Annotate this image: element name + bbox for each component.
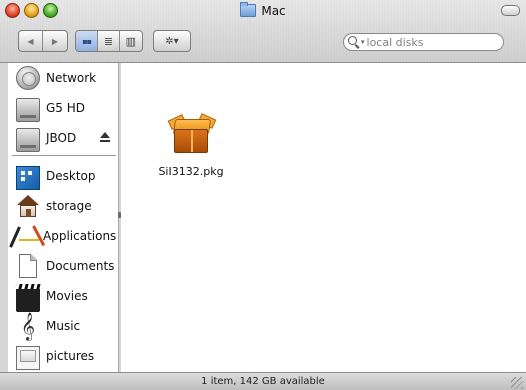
sidebar-item-label: JBOD [46, 131, 77, 145]
search-input[interactable] [366, 35, 487, 49]
music-icon: 𝄞 [20, 312, 36, 340]
forward-button[interactable]: ▶ [43, 31, 67, 51]
desktop-icon [16, 166, 40, 190]
sidebar-item-g5-hd[interactable]: G5 HD [8, 94, 118, 122]
network-icon [16, 66, 40, 90]
status-bar: 1 item, 142 GB available [0, 372, 526, 390]
file-item[interactable]: SiI3132.pkg [151, 113, 231, 178]
back-arrow-icon: ◀ [27, 36, 34, 46]
sidebar-item-documents[interactable]: Documents [8, 252, 118, 280]
sidebar-item-network[interactable]: Network [8, 64, 118, 92]
column-view-icon: ▥ [125, 34, 137, 48]
sidebar-item-label: Applications [43, 229, 117, 243]
applications-icon [9, 224, 46, 248]
sidebar-item-label: Documents [46, 259, 115, 273]
movies-icon [16, 288, 40, 312]
resize-grip-icon[interactable] [511, 377, 523, 389]
back-button[interactable]: ◀ [19, 31, 44, 51]
sidebar-item-label: G5 HD [46, 101, 86, 115]
search-field[interactable]: ▾ [343, 33, 504, 51]
hard-drive-icon [16, 98, 40, 122]
list-view-icon: ≣ [103, 34, 114, 48]
sidebar-item-label: Music [46, 319, 81, 333]
view-mode-control: ▪▪ ≣ ▥ [75, 30, 143, 52]
search-menu-caret-icon[interactable]: ▾ [361, 38, 365, 46]
eject-icon[interactable] [100, 132, 110, 142]
finder-window: Mac ◀ ▶ ▪▪ ≣ ▥ ✲▾ ▾ local disks Network … [0, 0, 526, 390]
sidebar-item-label: pictures [46, 349, 95, 363]
documents-icon [19, 254, 37, 278]
window-title: Mac [261, 3, 286, 18]
hard-drive-icon [16, 128, 40, 152]
sidebar-item-movies[interactable]: Movies [8, 282, 118, 312]
action-menu-control: ✲▾ [153, 30, 191, 52]
folder-icon [240, 2, 257, 17]
sidebar: Network G5 HD JBOD Desktop storage Appli… [8, 63, 119, 372]
gear-icon: ✲▾ [165, 35, 179, 47]
sidebar-divider [12, 155, 116, 156]
forward-arrow-icon: ▶ [51, 36, 59, 46]
icon-view-icon: ▪▪ [82, 36, 92, 46]
sidebar-item-label: Network [46, 71, 97, 85]
list-view-button[interactable]: ≣ [98, 31, 120, 51]
icon-view-button[interactable]: ▪▪ [76, 31, 99, 51]
window-titlebar-toolbar: Mac ◀ ▶ ▪▪ ≣ ▥ ✲▾ ▾ local disks [0, 0, 526, 63]
sidebar-item-label: Movies [46, 289, 88, 303]
window-title-area: Mac [0, 2, 526, 20]
package-icon [167, 113, 217, 157]
file-name: SiI3132.pkg [158, 165, 224, 178]
sidebar-item-label: storage [46, 199, 92, 213]
search-icon [348, 36, 360, 48]
file-browser-pane: SiI3132.pkg [121, 63, 526, 372]
action-menu-button[interactable]: ✲▾ [154, 31, 190, 51]
home-icon [16, 194, 40, 218]
history-nav: ◀ ▶ [18, 30, 68, 52]
column-view-button[interactable]: ▥ [120, 31, 142, 51]
toolbar-toggle-button[interactable] [501, 5, 520, 16]
sidebar-item-label: Desktop [46, 169, 96, 183]
sidebar-item-applications[interactable]: Applications [8, 222, 118, 250]
sidebar-item-desktop[interactable]: Desktop [8, 162, 118, 190]
sidebar-item-jbod[interactable]: JBOD [8, 124, 118, 152]
sidebar-item-pictures[interactable]: pictures [8, 342, 118, 370]
sidebar-item-music[interactable]: 𝄞 Music [8, 312, 118, 340]
pictures-icon [16, 346, 40, 370]
sidebar-item-storage[interactable]: storage [8, 192, 118, 220]
status-text: 1 item, 142 GB available [201, 376, 325, 387]
